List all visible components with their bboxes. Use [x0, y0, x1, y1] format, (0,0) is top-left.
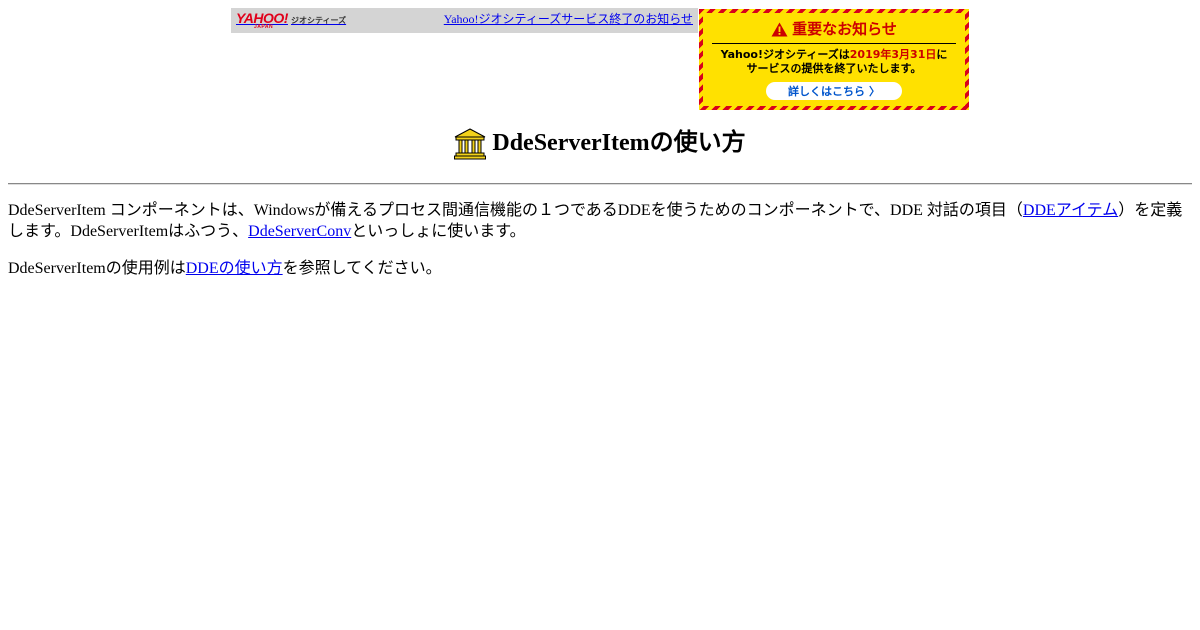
warning-icon — [771, 22, 788, 36]
dde-usage-link[interactable]: DDEの使い方 — [186, 260, 283, 277]
p1-text-1: DdeServerItem コンポーネントは、Windowsが備えるプロセス間通… — [8, 202, 1023, 219]
notice-divider — [712, 43, 956, 44]
notice-line1-suffix: に — [936, 48, 948, 61]
dde-item-link[interactable]: DDEアイテム — [1023, 202, 1118, 219]
notice-line2: サービスの提供を終了いたします。 — [746, 62, 922, 75]
notice-message: Yahoo!ジオシティーズは2019年3月31日に サービスの提供を終了いたしま… — [721, 48, 948, 76]
notice-line1-prefix: Yahoo!ジオシティーズは — [720, 48, 850, 61]
p2-text-1: DdeServerItemの使用例は — [8, 260, 186, 277]
dde-server-conv-link[interactable]: DdeServerConv — [248, 223, 351, 240]
page-heading: DdeServerItemの使い方 — [0, 126, 1200, 160]
p1-text-3: といっしょに使います。 — [351, 223, 526, 240]
details-button[interactable]: 詳しくはこちら 〉 — [766, 82, 902, 100]
service-end-notice-link[interactable]: Yahoo!ジオシティーズサービス終了のお知らせ — [444, 12, 693, 26]
details-button-label: 詳しくはこちら — [788, 85, 865, 98]
p2-text-2: を参照してください。 — [282, 260, 442, 277]
geocities-service-name: ジオシティーズ — [290, 16, 347, 25]
yahoo-geocities-logo[interactable]: YAHOO! JAPAN ジオシティーズ — [236, 10, 347, 30]
notice-title: 重要なお知らせ — [792, 20, 897, 38]
yahoo-japan-text: JAPAN — [254, 24, 274, 30]
notice-end-date: 2019年3月31日 — [849, 48, 937, 61]
chevron-right-icon: 〉 — [869, 85, 880, 98]
horizontal-rule — [8, 183, 1192, 185]
page-title: DdeServerItemの使い方 — [492, 130, 746, 156]
notice-header: 重要なお知らせ — [771, 19, 897, 39]
description-paragraph: DdeServerItem コンポーネントは、Windowsが備えるプロセス間通… — [8, 200, 1192, 242]
usage-paragraph: DdeServerItemの使用例はDDEの使い方を参照してください。 — [8, 258, 1192, 279]
bank-building-icon — [454, 128, 487, 160]
yahoo-logo-text: YAHOO! — [236, 10, 288, 26]
geocities-bar: YAHOO! JAPAN ジオシティーズ Yahoo!ジオシティーズサービス終了… — [231, 8, 698, 33]
important-notice-banner[interactable]: 重要なお知らせ Yahoo!ジオシティーズは2019年3月31日に サービスの提… — [699, 9, 969, 110]
notice-banner-body: 重要なお知らせ Yahoo!ジオシティーズは2019年3月31日に サービスの提… — [703, 13, 965, 106]
